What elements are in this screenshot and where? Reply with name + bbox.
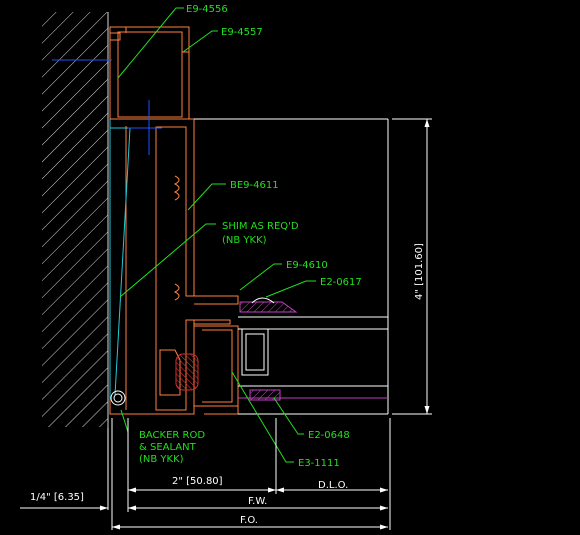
callout-backer-line3: (NB YKK) [139, 454, 184, 465]
sealant-block [175, 353, 199, 391]
gasket-e2-0648 [238, 389, 388, 401]
callout-e2-0617: E2-0617 [320, 277, 362, 288]
jamb-be9-4611 [109, 118, 239, 415]
callout-be9-4611: BE9-4611 [230, 180, 279, 191]
dim-height: 4" [101.60] [414, 243, 425, 300]
shim [109, 119, 132, 400]
dim-dlo: D.L.O. [318, 480, 348, 491]
callout-e3-1111: E3-1111 [298, 458, 340, 469]
glass-pane [238, 316, 388, 399]
callout-e2-0648: E2-0648 [308, 430, 350, 441]
callout-e9-4557: E9-4557 [221, 27, 263, 38]
dim-frame-depth: 2" [50.80] [172, 476, 223, 487]
dim-shim-gap: 1/4" [6.35] [30, 492, 84, 503]
callout-backer-line2: & SEALANT [139, 442, 197, 453]
gasket-e2-0617 [239, 297, 298, 313]
shop-drawing-detail: E9-4556 E9-4557 BE9-4611 SHIM AS REQ'D (… [20, 4, 432, 530]
backer-rod [110, 390, 126, 406]
callout-shim-line2: (NB YKK) [222, 235, 267, 246]
callout-backer-line1: BACKER ROD [139, 430, 205, 441]
dim-fo: F.O. [240, 515, 258, 526]
callout-e9-4610: E9-4610 [286, 260, 328, 271]
dim-fw: F.W. [248, 496, 267, 507]
wall-substrate [42, 12, 109, 428]
callout-leaders [117, 7, 316, 463]
callout-shim-line1: SHIM AS REQ'D [222, 221, 299, 232]
callout-e9-4556: E9-4556 [186, 4, 228, 15]
